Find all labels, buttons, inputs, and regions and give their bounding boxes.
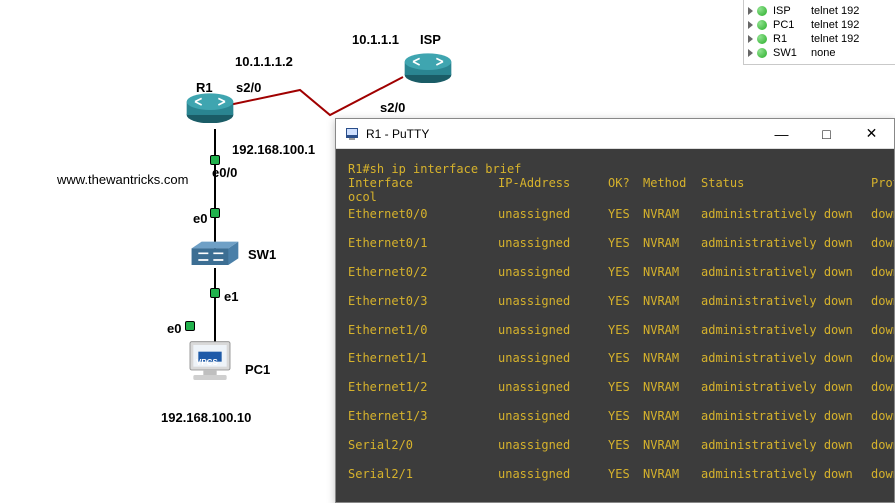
status-dot-icon xyxy=(757,34,767,44)
isp-serial-port: s2/0 xyxy=(380,100,405,115)
terminal-row: Ethernet0/2unassignedYESNVRAMadministrat… xyxy=(348,266,882,280)
close-button[interactable]: ✕ xyxy=(849,119,894,149)
terminal-row: Ethernet0/3unassignedYESNVRAMadministrat… xyxy=(348,295,882,309)
device-name: PC1 xyxy=(773,19,811,31)
pc1-port: e0 xyxy=(167,321,181,336)
r1-link-dot xyxy=(210,155,220,165)
r1-serial-ip: 10.1.1.1.2 xyxy=(235,54,293,69)
maximize-button[interactable]: □ xyxy=(804,119,849,149)
vpcs-badge: VPCS xyxy=(196,358,218,367)
device-name: ISP xyxy=(773,5,811,17)
status-dot-icon xyxy=(757,6,767,16)
pc1-label: PC1 xyxy=(245,362,270,377)
r1-label: R1 xyxy=(196,80,213,95)
router-isp[interactable] xyxy=(403,50,453,83)
device-row[interactable]: PC1 telnet 192 xyxy=(746,18,893,32)
sw1-top-dot xyxy=(210,208,220,218)
expand-icon[interactable] xyxy=(748,21,753,29)
pc1-link-dot xyxy=(185,321,195,331)
isp-ip-label: 10.1.1.1 xyxy=(352,32,399,47)
putty-title: R1 - PuTTY xyxy=(366,127,429,141)
terminal-row: Serial2/0unassignedYESNVRAMadministrativ… xyxy=(348,439,882,453)
sw1-label: SW1 xyxy=(248,247,276,262)
status-dot-icon xyxy=(757,20,767,30)
device-row[interactable]: SW1 none xyxy=(746,46,893,60)
expand-icon[interactable] xyxy=(748,7,753,15)
terminal-header: Interface IP-Address OK? Method Status P… xyxy=(348,177,882,191)
expand-icon[interactable] xyxy=(748,49,753,57)
switch-sw1[interactable] xyxy=(190,240,240,270)
terminal-output[interactable]: R1#sh ip interface brief Interface IP-Ad… xyxy=(336,149,894,502)
isp-label: ISP xyxy=(420,32,441,47)
sw1-down-port: e1 xyxy=(224,289,238,304)
r1-serial-port: s2/0 xyxy=(236,80,261,95)
device-row[interactable]: R1 telnet 192 xyxy=(746,32,893,46)
status-dot-icon xyxy=(757,48,767,58)
terminal-row: Ethernet1/2unassignedYESNVRAMadministrat… xyxy=(348,381,882,395)
device-conn: telnet 192 xyxy=(811,33,859,45)
r1-eth-port: e0/0 xyxy=(212,165,237,180)
terminal-row: Ethernet0/1unassignedYESNVRAMadministrat… xyxy=(348,237,882,251)
device-conn: telnet 192 xyxy=(811,5,859,17)
terminal-row: Ethernet0/0unassignedYESNVRAMadministrat… xyxy=(348,208,882,222)
pc1-ip: 192.168.100.10 xyxy=(161,410,251,425)
device-conn: telnet 192 xyxy=(811,19,859,31)
terminal-row: Ethernet1/0unassignedYESNVRAMadministrat… xyxy=(348,324,882,338)
terminal-header-wrap: ocol xyxy=(348,191,882,205)
device-name: R1 xyxy=(773,33,811,45)
terminal-row: Serial2/1unassignedYESNVRAMadministrativ… xyxy=(348,468,882,482)
watermark: www.thewantricks.com xyxy=(57,172,188,187)
device-name: SW1 xyxy=(773,47,811,59)
terminal-prompt: R1#sh ip interface brief xyxy=(348,163,882,177)
terminal-row: Ethernet1/1unassignedYESNVRAMadministrat… xyxy=(348,352,882,366)
putty-window[interactable]: R1 - PuTTY — □ ✕ R1#sh ip interface brie… xyxy=(335,118,895,503)
putty-titlebar[interactable]: R1 - PuTTY — □ ✕ xyxy=(336,119,894,149)
putty-icon xyxy=(344,126,360,142)
device-row[interactable]: ISP telnet 192 xyxy=(746,4,893,18)
sw1-up-port: e0 xyxy=(193,211,207,226)
r1-lan-ip: 192.168.100.1 xyxy=(232,142,315,157)
expand-icon[interactable] xyxy=(748,35,753,43)
device-panel: ISP telnet 192 PC1 telnet 192 R1 telnet … xyxy=(743,0,895,65)
device-conn: none xyxy=(811,47,835,59)
terminal-row: Ethernet1/3unassignedYESNVRAMadministrat… xyxy=(348,410,882,424)
sw1-bottom-dot xyxy=(210,288,220,298)
minimize-button[interactable]: — xyxy=(759,119,804,149)
